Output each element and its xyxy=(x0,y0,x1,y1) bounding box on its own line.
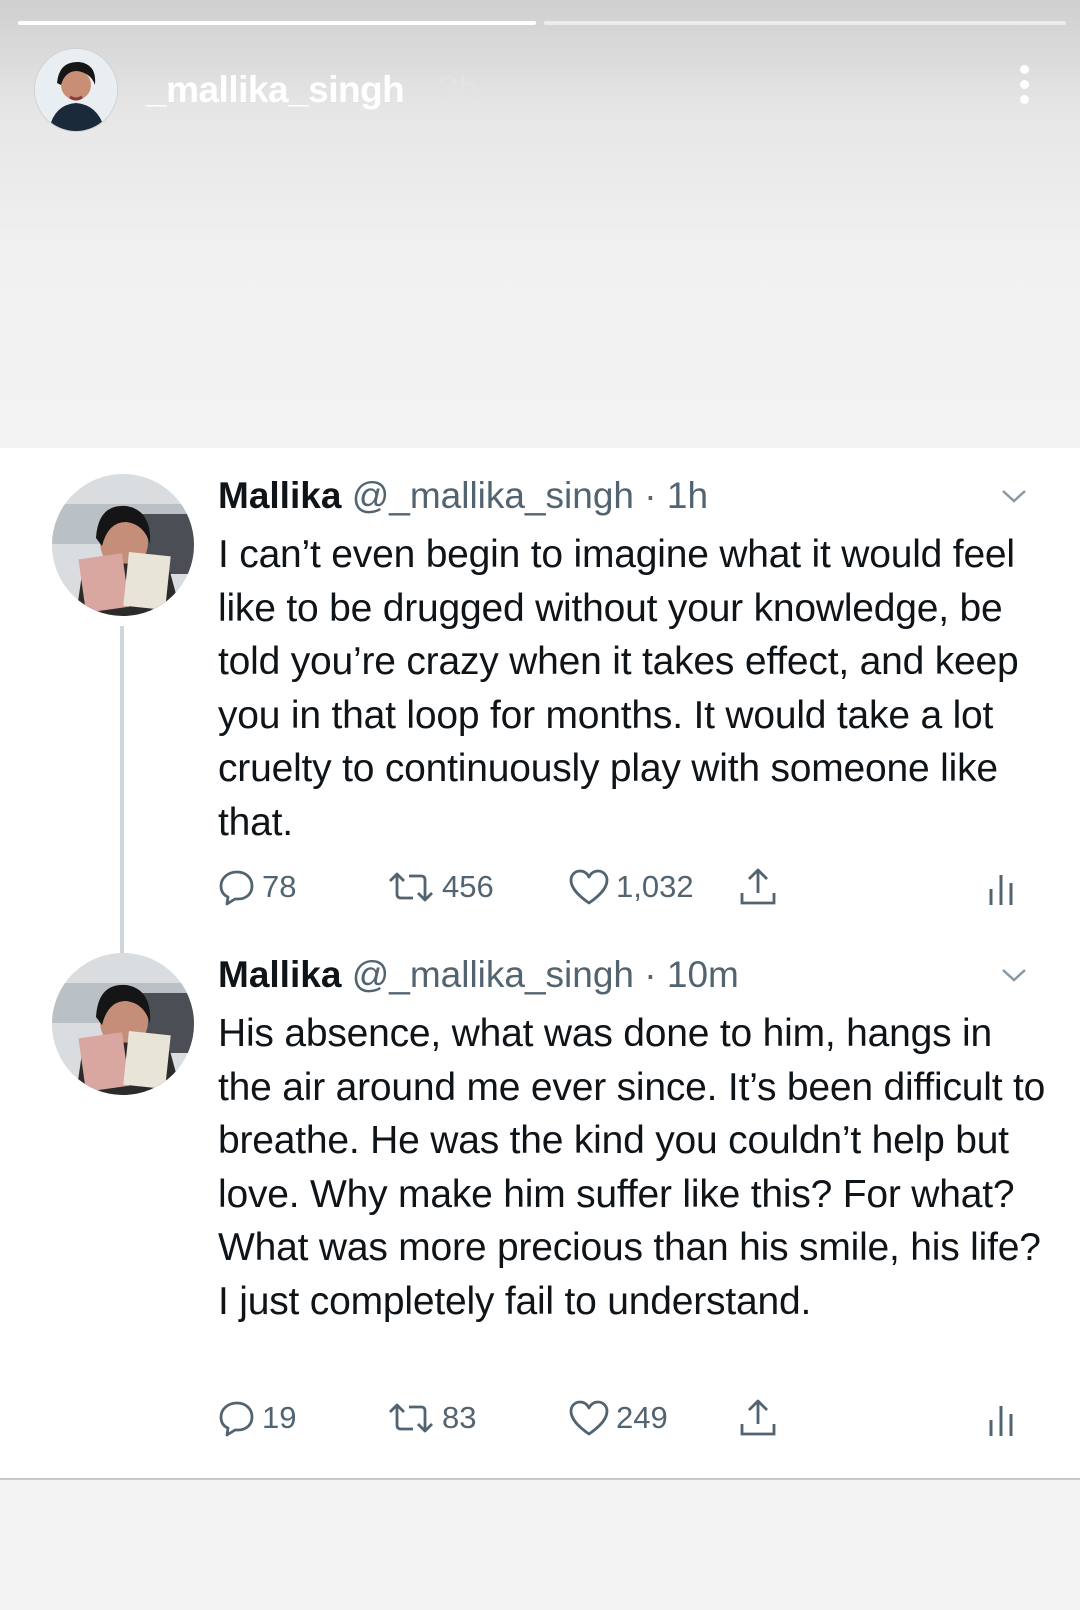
tweet-actions: 19 83 249 xyxy=(218,1395,1038,1441)
separator-dot: · xyxy=(644,954,657,995)
user-handle[interactable]: @_mallika_singh xyxy=(352,475,634,516)
instagram-story: _mallika_singh 3h Mallika @_mallika_sing… xyxy=(0,0,1080,1610)
analytics-icon xyxy=(986,867,1016,907)
like-button[interactable]: 249 xyxy=(568,1395,668,1441)
avatar[interactable] xyxy=(52,953,194,1095)
chevron-down-icon[interactable] xyxy=(1000,965,1028,985)
reply-button[interactable]: 19 xyxy=(218,1395,296,1441)
retweet-button[interactable]: 83 xyxy=(386,1395,476,1441)
retweet-button[interactable]: 456 xyxy=(386,864,494,910)
story-timestamp: 3h xyxy=(438,69,480,110)
share-button[interactable] xyxy=(738,1395,778,1441)
retweet-count: 456 xyxy=(442,869,494,904)
retweet-icon xyxy=(386,1399,436,1437)
avatar[interactable] xyxy=(52,474,194,616)
display-name[interactable]: Mallika xyxy=(218,475,341,516)
more-vertical-icon[interactable] xyxy=(1018,65,1030,109)
tweet-header: Mallika @_mallika_singh · 1h xyxy=(218,474,708,518)
retweet-count: 83 xyxy=(442,1400,477,1435)
tweet-header: Mallika @_mallika_singh · 10m xyxy=(218,953,739,997)
thread-connector-line xyxy=(120,626,124,954)
separator-dot: · xyxy=(644,475,657,516)
reply-icon xyxy=(218,868,256,906)
reply-count: 19 xyxy=(262,1400,297,1435)
display-name[interactable]: Mallika xyxy=(218,954,341,995)
retweet-icon xyxy=(386,868,436,906)
tweet-thread-screenshot: Mallika @_mallika_singh · 1h I can’t eve… xyxy=(0,448,1080,1480)
story-avatar[interactable] xyxy=(34,48,118,132)
story-progress-segment-1 xyxy=(18,21,536,25)
user-handle[interactable]: @_mallika_singh xyxy=(352,954,634,995)
tweet-time[interactable]: 1h xyxy=(667,475,708,516)
reply-count: 78 xyxy=(262,869,297,904)
like-count: 249 xyxy=(616,1400,668,1435)
analytics-icon xyxy=(986,1398,1016,1438)
chevron-down-icon[interactable] xyxy=(1000,486,1028,506)
reply-icon xyxy=(218,1399,256,1437)
story-progress-fill-1 xyxy=(18,21,536,25)
share-button[interactable] xyxy=(738,864,778,910)
story-progress-segment-2 xyxy=(544,21,1066,25)
heart-icon xyxy=(568,1399,610,1437)
tweet-text: His absence, what was done to him, hangs… xyxy=(218,1012,1046,1323)
like-count: 1,032 xyxy=(616,869,694,904)
tweet-actions: 78 456 1,032 xyxy=(218,864,1038,910)
share-icon xyxy=(738,867,778,907)
tweet-text: I can’t even begin to imagine what it wo… xyxy=(218,533,1019,844)
reply-button[interactable]: 78 xyxy=(218,864,296,910)
share-icon xyxy=(738,1398,778,1438)
heart-icon xyxy=(568,868,610,906)
story-header: _mallika_singh 3h xyxy=(34,45,1040,135)
like-button[interactable]: 1,032 xyxy=(568,864,694,910)
story-username[interactable]: _mallika_singh xyxy=(146,69,405,111)
tweet-time[interactable]: 10m xyxy=(667,954,739,995)
analytics-button[interactable] xyxy=(986,1395,1016,1441)
analytics-button[interactable] xyxy=(986,864,1016,910)
